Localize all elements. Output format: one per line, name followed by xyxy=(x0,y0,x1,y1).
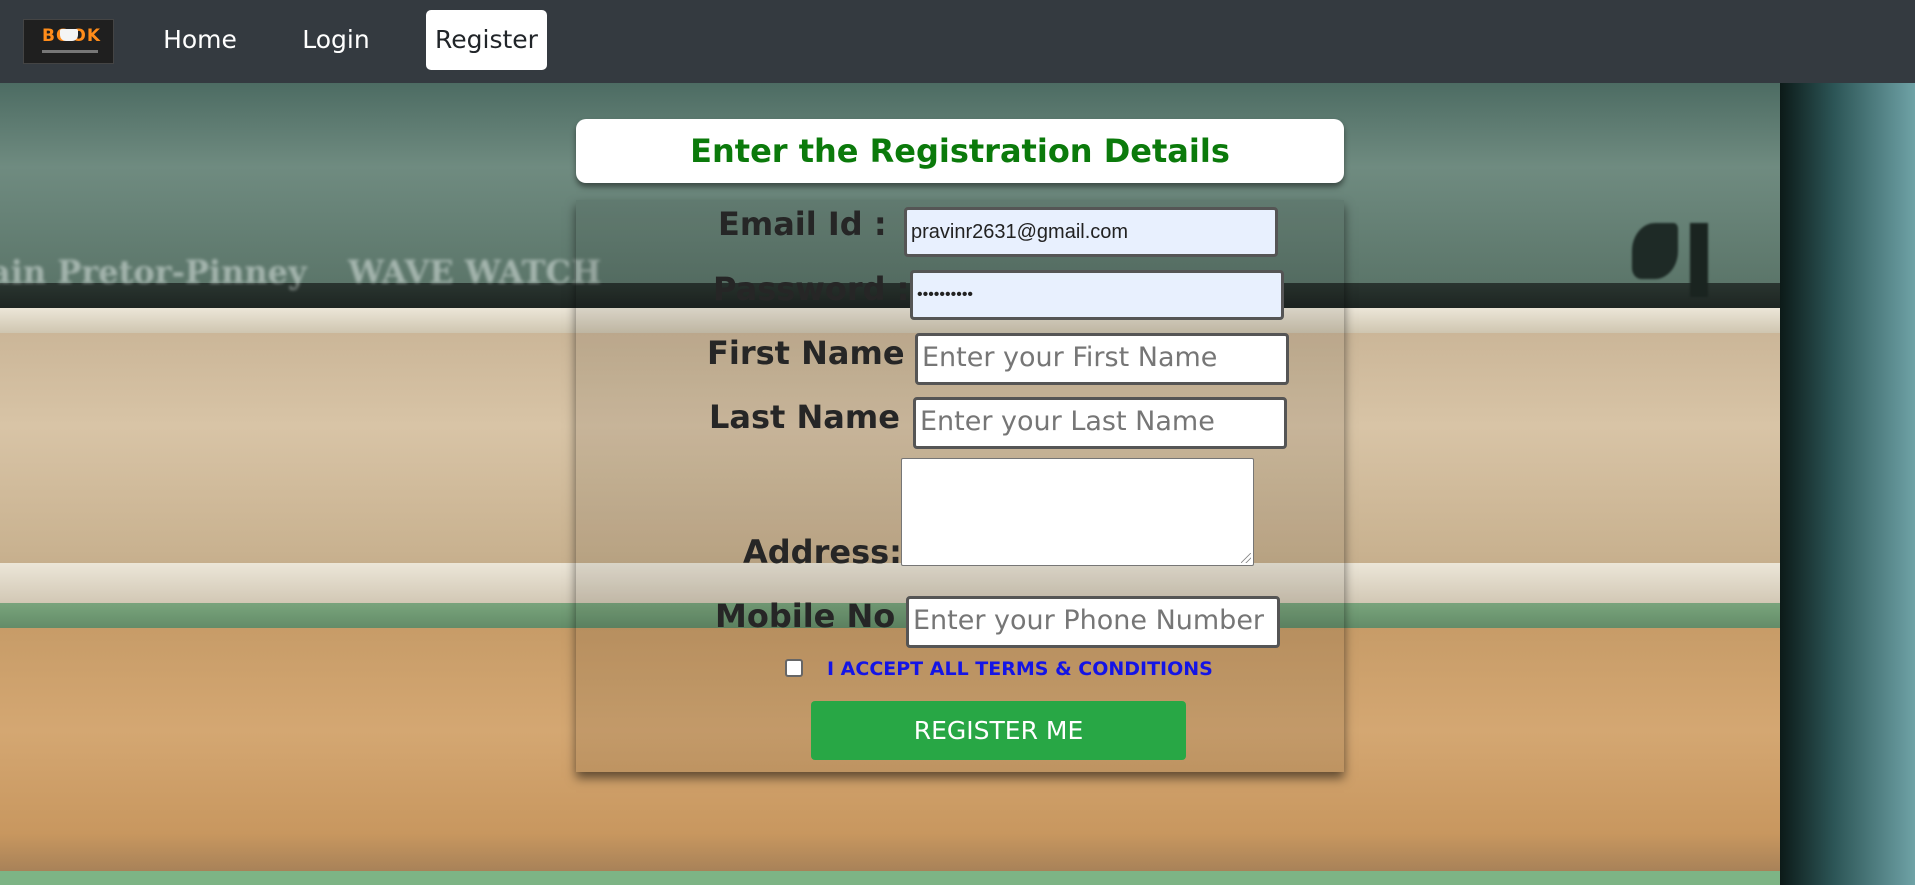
first-name-field[interactable]: Enter your First Name xyxy=(915,333,1289,385)
background-right-shadow xyxy=(1780,83,1915,885)
password-label: Password : xyxy=(713,270,910,308)
terms-checkbox[interactable] xyxy=(785,659,803,677)
brand-logo[interactable]: BOOK xyxy=(23,19,114,64)
resize-grip-icon[interactable] xyxy=(1241,553,1251,563)
nav-login-link[interactable]: Login xyxy=(291,10,381,70)
form-title-card: Enter the Registration Details xyxy=(576,119,1344,183)
mobile-field[interactable]: Enter your Phone Number xyxy=(906,596,1280,648)
book-edge-bottom xyxy=(0,871,1915,885)
email-field[interactable]: pravinr2631@gmail.com xyxy=(904,207,1278,257)
last-name-field[interactable]: Enter your Last Name xyxy=(913,397,1287,449)
address-textarea[interactable] xyxy=(901,458,1254,566)
password-field[interactable]: •••••••••• xyxy=(910,270,1284,320)
last-name-label: Last Name : xyxy=(709,398,924,436)
address-label: Address: xyxy=(743,533,902,571)
bird-icon xyxy=(1632,223,1678,279)
publisher-mark xyxy=(1690,223,1708,297)
email-label: Email Id : xyxy=(718,205,887,243)
nav-register-link[interactable]: Register xyxy=(426,10,547,70)
nav-home-link[interactable]: Home xyxy=(152,10,248,70)
spine-text-author: ain Pretor-Pinney xyxy=(0,253,307,291)
first-name-label: First Name : xyxy=(707,334,929,372)
register-button[interactable]: REGISTER ME xyxy=(811,701,1186,760)
page-title: Enter the Registration Details xyxy=(690,132,1230,170)
logo-tagline-mark xyxy=(42,50,98,53)
spine-text-title: WAVE WATCH xyxy=(348,253,602,291)
mobile-label: Mobile No : xyxy=(715,597,920,635)
terms-label[interactable]: I ACCEPT ALL TERMS & CONDITIONS xyxy=(827,658,1213,680)
top-navbar: BOOK Home Login Register xyxy=(0,0,1915,83)
open-book-icon xyxy=(60,29,78,41)
